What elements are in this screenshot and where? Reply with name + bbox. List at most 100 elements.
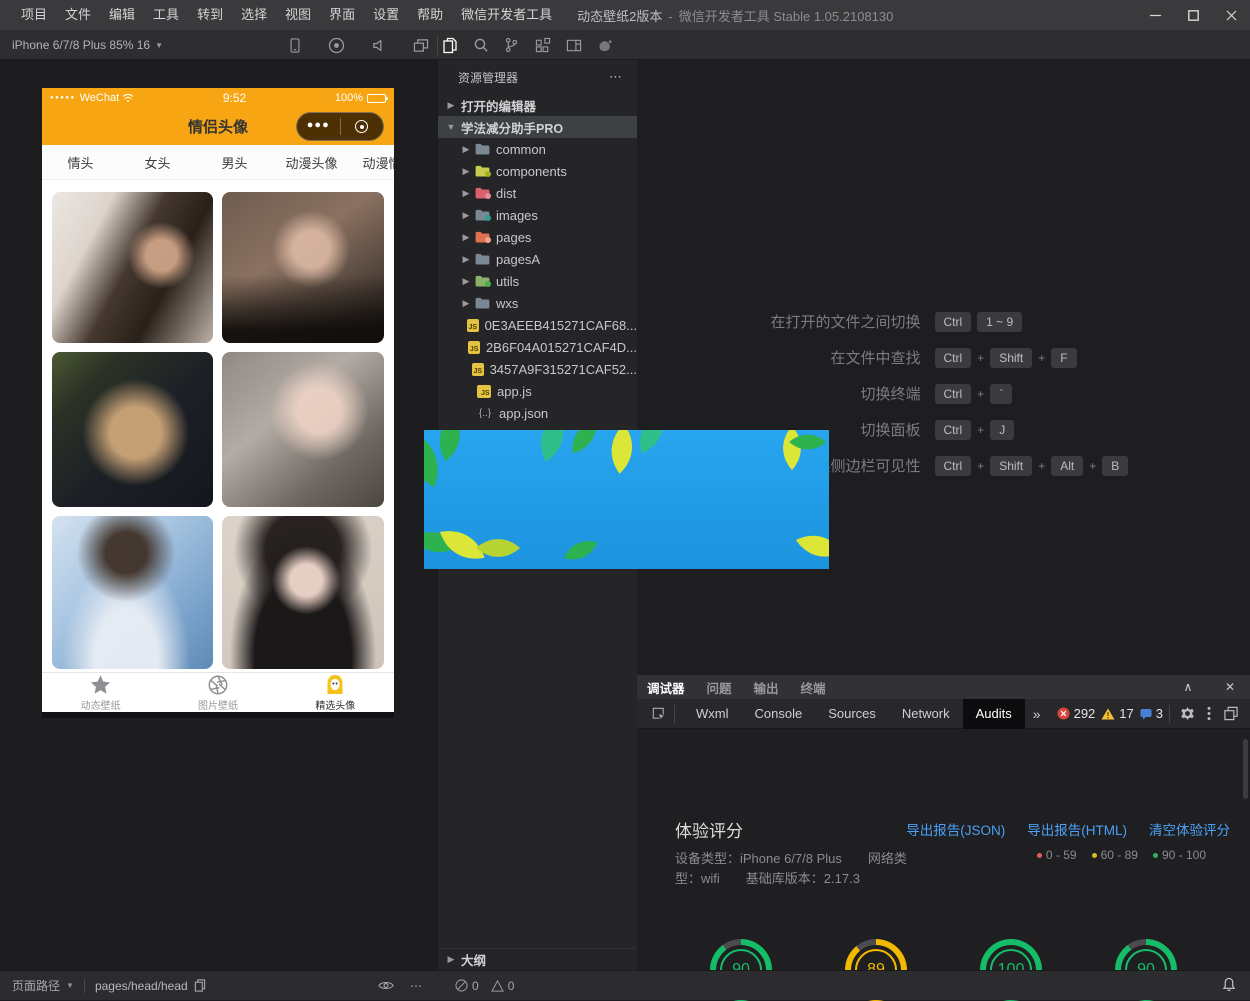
- collapse-panel-icon[interactable]: ∧: [1178, 680, 1198, 694]
- tree-item-components[interactable]: ▶components: [438, 160, 637, 182]
- section-label: 学法减分助手PRO: [461, 118, 563, 137]
- debugger-tab-问题[interactable]: 问题: [707, 678, 732, 697]
- record-icon[interactable]: [328, 37, 345, 54]
- folder-icon: [475, 143, 490, 155]
- menu-item-界面[interactable]: 界面: [320, 0, 364, 30]
- menu-item-文件[interactable]: 文件: [56, 0, 100, 30]
- category-tab-动漫头像[interactable]: 动漫头像: [273, 145, 350, 179]
- minimize-button[interactable]: [1136, 0, 1174, 30]
- menu-item-编辑[interactable]: 编辑: [100, 0, 144, 30]
- phone-icon[interactable]: [286, 37, 303, 54]
- tabbar-item-图片壁纸[interactable]: 图片壁纸: [159, 673, 276, 712]
- chevron-down-icon[interactable]: ▼: [66, 981, 74, 990]
- photo-thumbnail-girl-beret-night-street[interactable]: [52, 352, 213, 507]
- category-tab-男头[interactable]: 男头: [196, 145, 273, 179]
- maximize-button[interactable]: [1174, 0, 1212, 30]
- ellipsis-icon[interactable]: ⋯: [410, 979, 423, 993]
- path-label[interactable]: 页面路径: [12, 977, 60, 994]
- eye-icon[interactable]: [378, 980, 394, 991]
- menu-item-选择[interactable]: 选择: [232, 0, 276, 30]
- device-selector[interactable]: iPhone 6/7/8 Plus 85% 16 ▼: [12, 30, 163, 60]
- popout-window-icon[interactable]: [1220, 706, 1242, 721]
- devtools-tab-Audits[interactable]: Audits: [963, 699, 1025, 729]
- tree-item-images[interactable]: ▶images: [438, 204, 637, 226]
- files-icon[interactable]: [441, 37, 458, 54]
- menu-item-工具[interactable]: 工具: [144, 0, 188, 30]
- debugger-tab-调试器[interactable]: 调试器: [647, 678, 685, 697]
- menu-item-转到[interactable]: 转到: [188, 0, 232, 30]
- audit-action-导出报告(HTML)[interactable]: 导出报告(HTML): [1027, 819, 1127, 839]
- home-icon[interactable]: [341, 120, 384, 133]
- photo-thumbnail-girl-brown-hair-black-camisole[interactable]: [222, 192, 384, 343]
- devtools-tab-Console[interactable]: Console: [742, 699, 816, 729]
- ellipsis-icon[interactable]: ⋯: [609, 69, 623, 85]
- compile-icon[interactable]: [596, 37, 613, 54]
- mute-icon[interactable]: [370, 37, 387, 54]
- float-window-icon[interactable]: [412, 37, 429, 54]
- category-tab-情头[interactable]: 情头: [42, 145, 119, 179]
- gear-icon[interactable]: [1176, 706, 1198, 721]
- chevron-right-icon: ▶: [461, 144, 471, 155]
- meta-line: 设备类型：iPhone 6/7/8 Plus 网络类: [675, 849, 907, 869]
- layout-grid-icon[interactable]: [534, 37, 551, 54]
- capsule-button[interactable]: ●●●: [296, 112, 384, 141]
- panel-icon[interactable]: [565, 37, 582, 54]
- audit-action-清空体验评分[interactable]: 清空体验评分: [1149, 819, 1230, 839]
- inspect-element-icon[interactable]: [651, 706, 666, 721]
- devtools-tab-Network[interactable]: Network: [889, 699, 963, 729]
- explorer-section-打开的编辑器[interactable]: ▶打开的编辑器: [438, 94, 637, 116]
- tabbar-item-动态壁纸[interactable]: 动态壁纸: [42, 673, 159, 712]
- info-counter[interactable]: 3: [1140, 706, 1163, 721]
- tree-item-pages[interactable]: ▶pages: [438, 226, 637, 248]
- tree-item-utils[interactable]: ▶utils: [438, 270, 637, 292]
- error-counter[interactable]: 292: [1057, 706, 1096, 721]
- score-legend: 0 - 5960 - 8990 - 100: [1037, 848, 1206, 862]
- tree-item-0E3AEEB415271CAF68...[interactable]: JS0E3AEEB415271CAF68...: [438, 314, 637, 336]
- devtools-tab-Wxml[interactable]: Wxml: [683, 699, 742, 729]
- close-panel-icon[interactable]: ✕: [1220, 680, 1240, 694]
- file-label: pagesA: [496, 252, 540, 267]
- audit-action-导出报告(JSON)[interactable]: 导出报告(JSON): [906, 819, 1005, 839]
- kebab-menu-icon[interactable]: [1198, 706, 1220, 721]
- tree-item-3457A9F315271CAF52...[interactable]: JS3457A9F315271CAF52...: [438, 358, 637, 380]
- photo-thumbnail-girl-black-scarf-beige[interactable]: [222, 516, 384, 669]
- tree-item-dist[interactable]: ▶dist: [438, 182, 637, 204]
- photo-thumbnail-girl-blue-sweater-snow[interactable]: [52, 516, 213, 669]
- tree-item-common[interactable]: ▶common: [438, 138, 637, 160]
- debugger-tab-输出[interactable]: 输出: [754, 678, 779, 697]
- search-icon[interactable]: [472, 37, 489, 54]
- close-button[interactable]: [1212, 0, 1250, 30]
- outline-label: 大纲: [461, 950, 486, 969]
- tree-item-app.js[interactable]: JSapp.js: [438, 380, 637, 402]
- more-icon[interactable]: ●●●: [297, 119, 340, 135]
- tabbar-item-精选头像[interactable]: 精选头像: [277, 673, 394, 712]
- menu-item-帮助[interactable]: 帮助: [408, 0, 452, 30]
- console-counters: 292 17 3: [1057, 706, 1163, 721]
- devtools-tab-Sources[interactable]: Sources: [815, 699, 889, 729]
- legend-dot-icon: [1092, 853, 1097, 858]
- bell-icon[interactable]: [1222, 977, 1250, 995]
- photo-thumbnail-girl-dark-hair-white-bedding[interactable]: [52, 192, 213, 343]
- tree-item-app.json[interactable]: {..}app.json: [438, 402, 637, 424]
- category-tab-女头[interactable]: 女头: [119, 145, 196, 179]
- outline-section[interactable]: ▶ 大纲: [438, 948, 637, 970]
- warning-counter[interactable]: 17: [1101, 706, 1133, 721]
- menu-item-视图[interactable]: 视图: [276, 0, 320, 30]
- toolbar-divider: [437, 35, 438, 55]
- photo-thumbnail-girl-hand-on-cheek[interactable]: [222, 352, 384, 507]
- tree-item-2B6F04A015271CAF4D...[interactable]: JS2B6F04A015271CAF4D...: [438, 336, 637, 358]
- plus-separator: +: [977, 351, 984, 365]
- debugger-tab-终端[interactable]: 终端: [801, 678, 826, 697]
- scrollbar[interactable]: [1243, 739, 1248, 799]
- menu-item-项目[interactable]: 项目: [12, 0, 56, 30]
- git-branch-icon[interactable]: [503, 37, 520, 54]
- menu-item-微信开发者工具[interactable]: 微信开发者工具: [452, 0, 561, 30]
- plus-separator: +: [1089, 459, 1096, 473]
- category-tab-动漫情头[interactable]: 动漫情头: [350, 145, 394, 179]
- tree-item-wxs[interactable]: ▶wxs: [438, 292, 637, 314]
- explorer-section-学法减分助手PRO[interactable]: ▼学法减分助手PRO: [438, 116, 637, 138]
- tree-item-pagesA[interactable]: ▶pagesA: [438, 248, 637, 270]
- menu-item-设置[interactable]: 设置: [364, 0, 408, 30]
- more-tabs-icon[interactable]: »: [1025, 706, 1049, 722]
- copy-icon[interactable]: [194, 979, 206, 992]
